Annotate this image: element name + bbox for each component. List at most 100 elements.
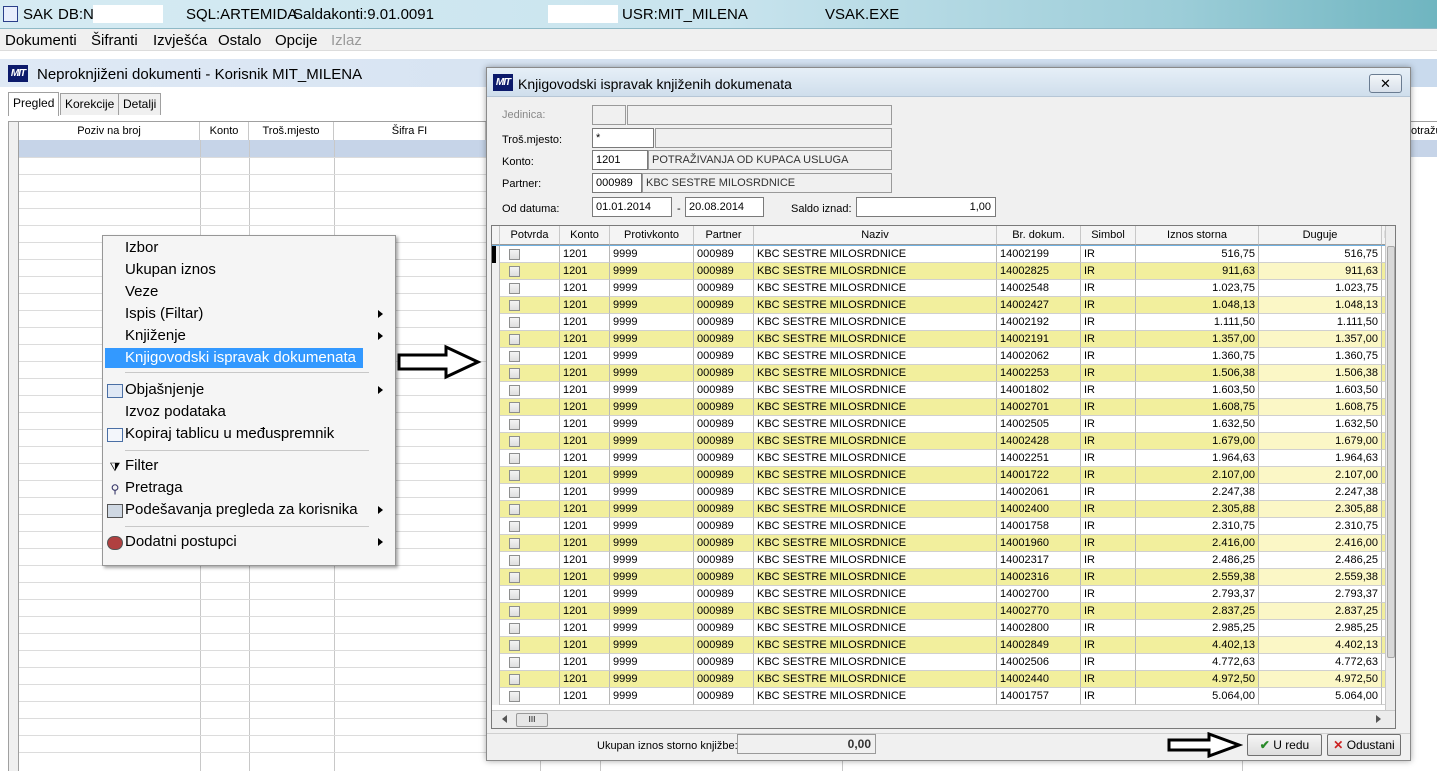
potvrda-checkbox[interactable]: [509, 385, 520, 396]
ctx-filter[interactable]: Filter: [125, 456, 158, 476]
grid-row[interactable]: 1201 9999 000989 KBC SESTRE MILOSRDNICE 1400…: [492, 586, 1389, 603]
grid-row[interactable]: 1201 9999 000989 KBC SESTRE MILOSRDNICE 1400…: [492, 263, 1389, 280]
menu-dokumenti[interactable]: Dokumenti: [5, 32, 77, 49]
col-simbol[interactable]: Simbol: [1081, 226, 1136, 245]
menu-ostalo[interactable]: Ostalo: [218, 32, 261, 49]
od-datuma-field[interactable]: 01.01.2014: [592, 197, 672, 217]
grid-row[interactable]: 1201 9999 000989 KBC SESTRE MILOSRDNICE 1400…: [492, 671, 1389, 688]
grid-row[interactable]: 1201 9999 000989 KBC SESTRE MILOSRDNICE 1400…: [492, 569, 1389, 586]
menu-izvjesca[interactable]: Izvješća: [153, 32, 207, 49]
grid-row[interactable]: 1201 9999 000989 KBC SESTRE MILOSRDNICE 1400…: [492, 331, 1389, 348]
menu-opcije[interactable]: Opcije: [275, 32, 318, 49]
potvrda-checkbox[interactable]: [509, 487, 520, 498]
grid-row[interactable]: 1201 9999 000989 KBC SESTRE MILOSRDNICE 1400…: [492, 280, 1389, 297]
grid-row[interactable]: 1201 9999 000989 KBC SESTRE MILOSRDNICE 1400…: [492, 603, 1389, 620]
ctx-objasnjenje[interactable]: Objašnjenje: [125, 380, 204, 400]
dialog-grid[interactable]: Potvrda Konto Protivkonto Partner Naziv …: [491, 225, 1396, 729]
potvrda-checkbox[interactable]: [509, 555, 520, 566]
ctx-dodatni-postupci[interactable]: Dodatni postupci: [125, 532, 237, 552]
main-col-konto[interactable]: Konto: [200, 122, 249, 140]
konto-field[interactable]: 1201: [592, 150, 648, 170]
col-iznos-storna[interactable]: Iznos storna: [1136, 226, 1259, 245]
grid-row[interactable]: 1201 9999 000989 KBC SESTRE MILOSRDNICE 1400…: [492, 535, 1389, 552]
vertical-scroll-thumb[interactable]: [1387, 246, 1395, 658]
ctx-veze[interactable]: Veze: [125, 282, 158, 302]
horizontal-scroll-thumb[interactable]: III: [516, 713, 548, 727]
potvrda-checkbox[interactable]: [509, 606, 520, 617]
col-partner[interactable]: Partner: [694, 226, 754, 245]
main-col-trosmjesto[interactable]: Troš.mjesto: [249, 122, 334, 140]
main-grid-selected-row[interactable]: [19, 140, 486, 157]
potvrda-checkbox[interactable]: [509, 470, 520, 481]
potvrda-checkbox[interactable]: [509, 334, 520, 345]
scroll-right-icon[interactable]: [1376, 715, 1381, 723]
trosmjesto-field[interactable]: *: [592, 128, 654, 148]
col-konto[interactable]: Konto: [560, 226, 610, 245]
potvrda-checkbox[interactable]: [509, 623, 520, 634]
grid-row[interactable]: 1201 9999 000989 KBC SESTRE MILOSRDNICE 1400…: [492, 245, 1389, 264]
ctx-knjigovodski-ispravak[interactable]: Knjigovodski ispravak dokumenata: [105, 348, 363, 368]
menu-izlaz[interactable]: Izlaz: [331, 32, 362, 49]
grid-row[interactable]: 1201 9999 000989 KBC SESTRE MILOSRDNICE 1400…: [492, 450, 1389, 467]
potvrda-checkbox[interactable]: [509, 436, 520, 447]
potvrda-checkbox[interactable]: [509, 317, 520, 328]
ctx-izbor[interactable]: Izbor: [125, 238, 158, 258]
grid-row[interactable]: 1201 9999 000989 KBC SESTRE MILOSRDNICE 1400…: [492, 688, 1389, 705]
ctx-ispis-filtar[interactable]: Ispis (Filtar): [125, 304, 203, 324]
ok-button[interactable]: ✔ U redu: [1247, 734, 1322, 756]
ctx-knjizenje[interactable]: Knjiženje: [125, 326, 186, 346]
partner-field[interactable]: 000989: [592, 173, 642, 193]
grid-row[interactable]: 1201 9999 000989 KBC SESTRE MILOSRDNICE 1400…: [492, 552, 1389, 569]
potvrda-checkbox[interactable]: [509, 538, 520, 549]
potvrda-checkbox[interactable]: [509, 402, 520, 413]
col-protivkonto[interactable]: Protivkonto: [610, 226, 694, 245]
potvrda-checkbox[interactable]: [509, 640, 520, 651]
col-naziv[interactable]: Naziv: [754, 226, 997, 245]
grid-row[interactable]: 1201 9999 000989 KBC SESTRE MILOSRDNICE 1400…: [492, 348, 1389, 365]
potvrda-checkbox[interactable]: [509, 249, 520, 260]
grid-row[interactable]: 1201 9999 000989 KBC SESTRE MILOSRDNICE 1400…: [492, 365, 1389, 382]
ctx-kopiraj-tablicu[interactable]: Kopiraj tablicu u međuspremnik: [125, 424, 334, 444]
grid-row[interactable]: 1201 9999 000989 KBC SESTRE MILOSRDNICE 1400…: [492, 518, 1389, 535]
potvrda-checkbox[interactable]: [509, 674, 520, 685]
potvrda-checkbox[interactable]: [509, 266, 520, 277]
menu-sifranti[interactable]: Šifranti: [91, 32, 138, 49]
potvrda-checkbox[interactable]: [509, 504, 520, 515]
grid-row[interactable]: 1201 9999 000989 KBC SESTRE MILOSRDNICE 1400…: [492, 382, 1389, 399]
saldo-field[interactable]: 1,00: [856, 197, 996, 217]
potvrda-checkbox[interactable]: [509, 351, 520, 362]
jedinica-code-field[interactable]: [592, 105, 626, 125]
main-col-sifra-fi[interactable]: Šifra FI: [334, 122, 486, 140]
ctx-ukupan-iznos[interactable]: Ukupan iznos: [125, 260, 216, 280]
grid-row[interactable]: 1201 9999 000989 KBC SESTRE MILOSRDNICE 1400…: [492, 637, 1389, 654]
grid-row[interactable]: 1201 9999 000989 KBC SESTRE MILOSRDNICE 1400…: [492, 433, 1389, 450]
tab-korekcije[interactable]: Korekcije: [60, 93, 120, 115]
potvrda-checkbox[interactable]: [509, 283, 520, 294]
cancel-button[interactable]: ✕ Odustani: [1327, 734, 1401, 756]
scroll-left-icon[interactable]: [502, 715, 507, 723]
potvrda-checkbox[interactable]: [509, 572, 520, 583]
potvrda-checkbox[interactable]: [509, 657, 520, 668]
grid-row[interactable]: 1201 9999 000989 KBC SESTRE MILOSRDNICE 1400…: [492, 314, 1389, 331]
ctx-pretraga[interactable]: Pretraga: [125, 478, 183, 498]
potvrda-checkbox[interactable]: [509, 453, 520, 464]
main-col-poziv[interactable]: Poziv na broj: [19, 122, 200, 140]
dialog-close-button[interactable]: ✕: [1369, 74, 1402, 93]
tab-pregled[interactable]: Pregled: [8, 92, 60, 116]
vertical-scrollbar[interactable]: [1385, 226, 1395, 710]
potvrda-checkbox[interactable]: [509, 368, 520, 379]
potvrda-checkbox[interactable]: [509, 691, 520, 702]
col-potvrda[interactable]: Potvrda: [500, 226, 560, 245]
grid-row[interactable]: 1201 9999 000989 KBC SESTRE MILOSRDNICE 1400…: [492, 501, 1389, 518]
grid-row[interactable]: 1201 9999 000989 KBC SESTRE MILOSRDNICE 1400…: [492, 416, 1389, 433]
grid-row[interactable]: 1201 9999 000989 KBC SESTRE MILOSRDNICE 1400…: [492, 467, 1389, 484]
potvrda-checkbox[interactable]: [509, 300, 520, 311]
ctx-izvoz-podataka[interactable]: Izvoz podataka: [125, 402, 226, 422]
grid-row[interactable]: 1201 9999 000989 KBC SESTRE MILOSRDNICE 1400…: [492, 484, 1389, 501]
grid-row[interactable]: 1201 9999 000989 KBC SESTRE MILOSRDNICE 1400…: [492, 297, 1389, 314]
col-duguje[interactable]: Duguje: [1259, 226, 1382, 245]
potvrda-checkbox[interactable]: [509, 419, 520, 430]
col-br-dokum[interactable]: Br. dokum.: [997, 226, 1081, 245]
potvrda-checkbox[interactable]: [509, 521, 520, 532]
grid-row[interactable]: 1201 9999 000989 KBC SESTRE MILOSRDNICE 1400…: [492, 654, 1389, 671]
